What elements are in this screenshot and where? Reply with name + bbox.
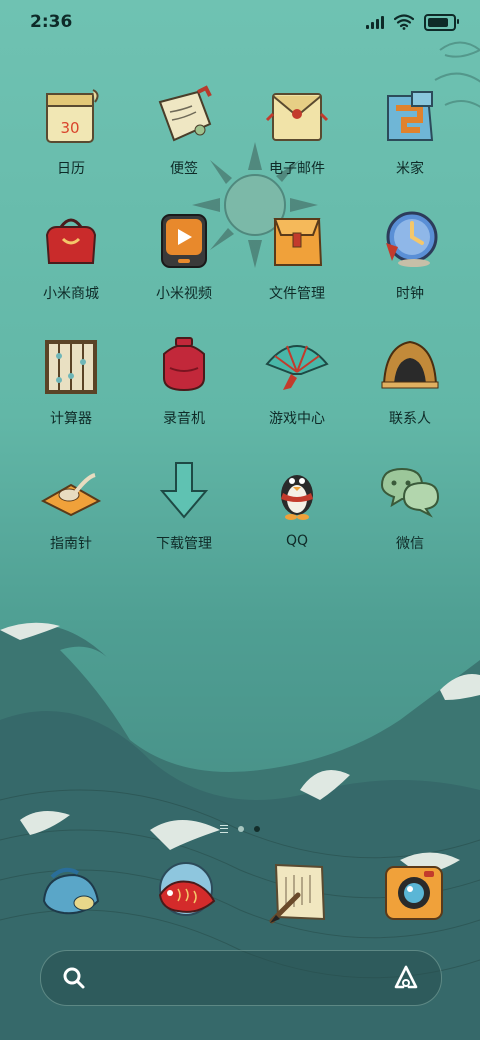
app-label: 米家	[396, 161, 424, 177]
compass-icon	[40, 473, 102, 517]
calculator-icon	[45, 340, 97, 394]
app-file-manager[interactable]: 文件管理	[237, 205, 357, 315]
app-email[interactable]: 电子邮件	[237, 80, 357, 190]
assistant-icon[interactable]	[391, 963, 421, 993]
download-manager-icon	[159, 462, 209, 519]
mi-video-icon	[161, 214, 207, 268]
app-notes[interactable]: 便签	[124, 80, 244, 190]
page-list-icon	[220, 825, 228, 833]
app-qq[interactable]: QQ	[237, 455, 357, 565]
app-mi-store[interactable]: 小米商城	[11, 205, 131, 315]
contacts-icon	[381, 340, 439, 389]
app-recorder[interactable]: 录音机	[124, 330, 244, 440]
app-label: 便签	[170, 161, 198, 177]
page-dot	[238, 826, 244, 832]
app-clock[interactable]: 时钟	[350, 205, 470, 315]
app-label: 游戏中心	[269, 411, 325, 427]
app-label: 日历	[57, 161, 85, 177]
app-label: 计算器	[50, 411, 92, 427]
mi-store-icon	[45, 218, 97, 264]
recorder-icon	[163, 337, 205, 392]
app-contacts[interactable]: 联系人	[350, 330, 470, 440]
app-label: QQ	[285, 533, 309, 549]
dock	[0, 855, 480, 935]
clock-icon	[386, 211, 438, 267]
app-label: 联系人	[389, 411, 431, 427]
email-icon	[265, 93, 329, 141]
app-mi-video[interactable]: 小米视频	[124, 205, 244, 315]
status-time: 2:36	[30, 12, 73, 32]
battery-icon	[424, 13, 459, 31]
app-calendar[interactable]: 30 日历	[11, 80, 131, 190]
signal-icon	[366, 15, 384, 29]
koi-fish-icon[interactable]	[148, 855, 224, 931]
app-label: 文件管理	[269, 286, 325, 302]
status-bar: 2:36	[0, 0, 480, 44]
app-label: 微信	[396, 536, 424, 552]
app-label: 电子邮件	[269, 161, 325, 177]
app-game-center[interactable]: 游戏中心	[237, 330, 357, 440]
wechat-icon	[380, 467, 440, 518]
scroll-brush-icon[interactable]	[262, 855, 338, 931]
app-compass[interactable]: 指南针	[11, 455, 131, 565]
game-center-icon	[265, 345, 329, 390]
app-calculator[interactable]: 计算器	[11, 330, 131, 440]
app-mi-home[interactable]: 米家	[350, 80, 470, 190]
qq-icon	[281, 475, 313, 520]
phone-icon[interactable]	[34, 855, 110, 931]
notes-icon	[158, 85, 212, 142]
app-label: 小米商城	[43, 286, 99, 302]
app-label: 录音机	[163, 411, 205, 427]
svg-text:30: 30	[60, 119, 79, 137]
app-wechat[interactable]: 微信	[350, 455, 470, 565]
calendar-icon: 30	[46, 89, 99, 143]
app-label: 时钟	[396, 286, 424, 302]
app-download-manager[interactable]: 下载管理	[124, 455, 244, 565]
mi-home-icon	[387, 91, 434, 141]
wifi-icon	[394, 14, 414, 30]
app-label: 小米视频	[156, 286, 212, 302]
search-icon[interactable]	[59, 963, 89, 993]
search-bar[interactable]	[40, 950, 442, 1006]
app-label: 下载管理	[156, 536, 212, 552]
file-manager-icon	[273, 218, 323, 266]
page-indicator[interactable]	[0, 822, 480, 836]
app-label: 指南针	[50, 536, 92, 552]
page-dot-active	[254, 826, 260, 832]
camera-icon[interactable]	[376, 855, 452, 931]
